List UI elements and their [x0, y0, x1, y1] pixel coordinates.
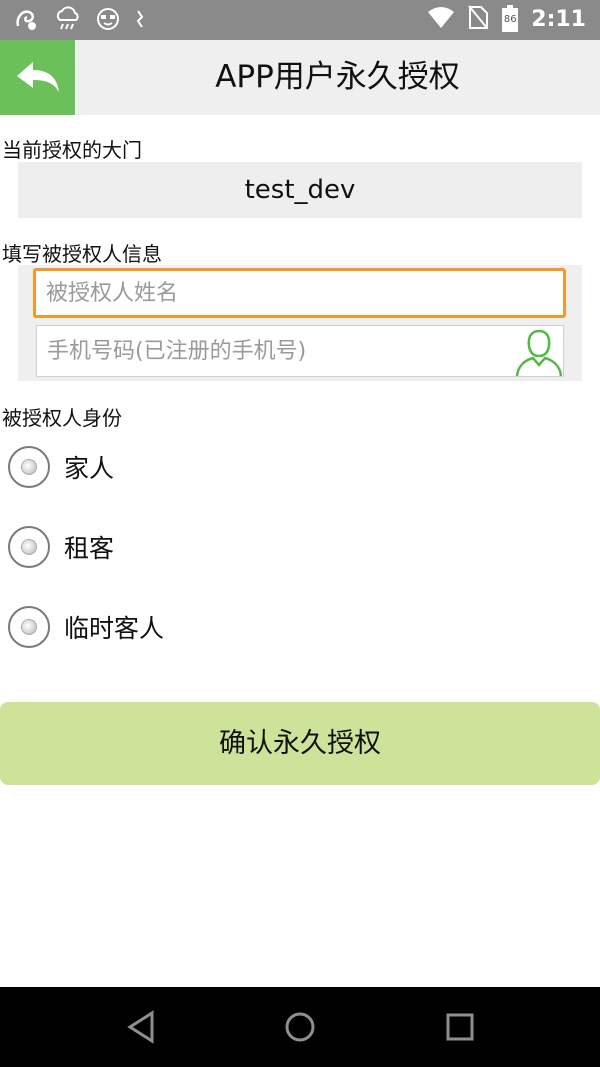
- wifi-icon: [427, 5, 455, 33]
- page-title: APP用户永久授权: [215, 59, 460, 95]
- gate-label: 当前授权的大门: [2, 138, 142, 162]
- loading-icon: [134, 8, 148, 30]
- phone-number-input[interactable]: [36, 325, 564, 377]
- clock: 2:11: [531, 6, 586, 32]
- radio-label: 家人: [64, 454, 115, 483]
- radio-button[interactable]: [8, 446, 50, 488]
- contact-picker-button[interactable]: [514, 325, 564, 377]
- app-header: APP用户永久授权: [0, 40, 600, 115]
- radio-label: 临时客人: [64, 614, 165, 643]
- cloud-rain-icon: [54, 6, 82, 32]
- home-circle-icon: [285, 1012, 315, 1042]
- back-button[interactable]: [0, 40, 75, 115]
- grantee-info-label: 填写被授权人信息: [2, 242, 162, 266]
- back-triangle-icon: [127, 1010, 154, 1044]
- battery-icon: 86: [501, 5, 519, 33]
- face-icon: [96, 7, 120, 31]
- recents-square-icon: [446, 1013, 474, 1041]
- battery-level: 86: [503, 14, 517, 25]
- radio-family[interactable]: 家人: [8, 442, 114, 492]
- radio-button[interactable]: [8, 526, 50, 568]
- status-bar: 86 2:11: [0, 0, 600, 40]
- radio-tenant[interactable]: 租客: [8, 522, 114, 572]
- grantee-info-group: [18, 265, 582, 381]
- contact-person-icon: [515, 329, 563, 377]
- nav-home-button[interactable]: [280, 1007, 320, 1047]
- uc-browser-icon: [14, 6, 40, 32]
- nav-back-button[interactable]: [122, 1007, 162, 1047]
- confirm-permanent-authorization-button[interactable]: 确认永久授权: [0, 702, 600, 785]
- back-arrow-icon: [16, 61, 59, 92]
- no-sim-icon: [467, 4, 489, 34]
- nav-recents-button[interactable]: [440, 1007, 480, 1047]
- radio-label: 租客: [64, 534, 115, 563]
- gate-value: test_dev: [18, 162, 582, 218]
- radio-temporary-guest[interactable]: 临时客人: [8, 602, 164, 652]
- grantee-name-input[interactable]: [33, 268, 566, 318]
- navigation-bar: [0, 987, 600, 1067]
- radio-button[interactable]: [8, 606, 50, 648]
- identity-label: 被授权人身份: [2, 406, 122, 430]
